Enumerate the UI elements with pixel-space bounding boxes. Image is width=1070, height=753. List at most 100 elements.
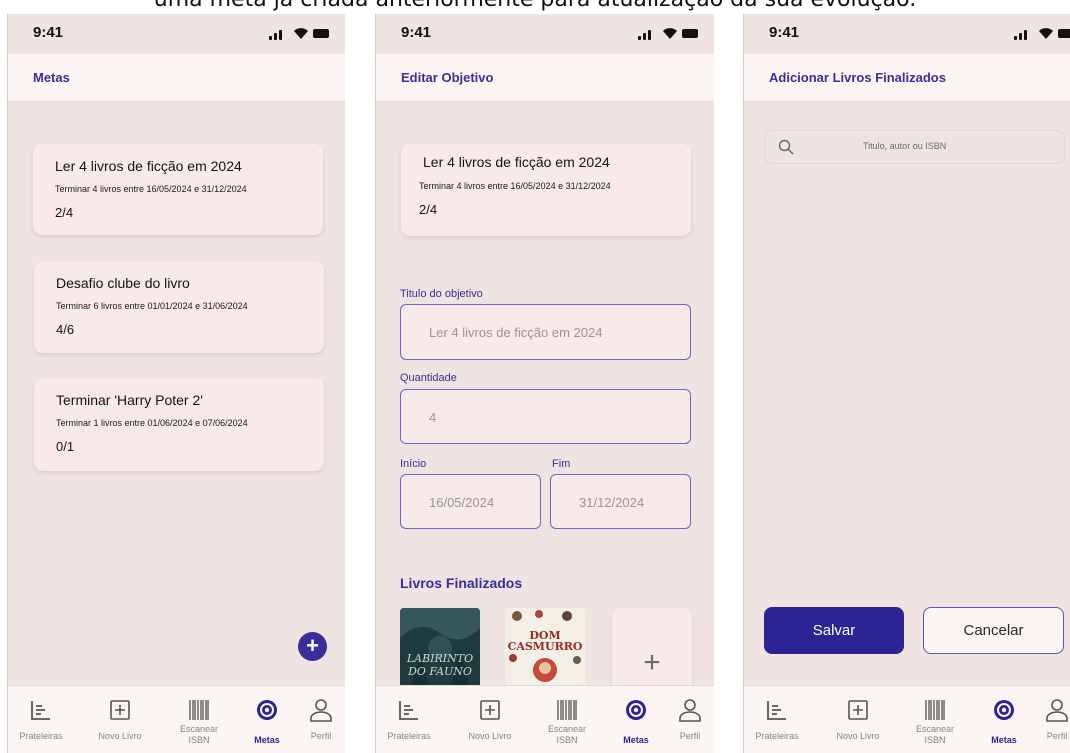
tab-label: Perfil [679,731,701,741]
tab-perfil[interactable]: Perfil [657,686,714,753]
tab-label: Escanear ISBN [179,724,219,745]
tab-prateleiras[interactable]: Prateleiras [744,686,810,753]
add-book-icon [480,700,500,720]
shelves-icon [767,701,786,720]
page-title: Metas [33,70,70,85]
profile-icon [1046,699,1068,722]
add-goal-button[interactable]: + [298,632,327,661]
screen-metas: 9:41 Metas Ler 4 livros de ficção em 202… [7,14,345,753]
tab-label: Prateleiras [755,731,799,741]
tab-bar: Prateleiras Novo Livro Escanear ISBN Met… [8,685,345,753]
wifi-icon [294,28,308,39]
signal-bar [1019,33,1022,40]
signal-bar [274,33,277,40]
goal-progress: 4/6 [56,322,75,337]
goal-title: Ler 4 livros de ficção em 2024 [55,158,242,174]
barcode-icon [189,700,209,720]
signal-icon [1014,36,1017,40]
goal-title: Desafio clube do livro [56,275,190,291]
quantity-field-value: 4 [429,410,437,425]
profile-icon [679,699,701,722]
app-header: Adicionar Livros Finalizados [744,54,1070,102]
page-title: Editar Objetivo [401,70,494,85]
tab-label: Prateleiras [387,731,431,741]
add-book-icon [848,700,868,720]
book-cover-labirinto[interactable]: LABIRINTO DO FAUNO [400,608,480,688]
goal-description: Terminar 4 livros entre 16/05/2024 e 31/… [419,181,611,191]
title-field[interactable]: Ler 4 livros de ficção em 2024 [400,304,691,360]
title-field-label: Titulo do objetivo [400,288,483,300]
app-header: Metas [8,54,345,102]
barcode-icon [925,700,945,720]
cancel-button[interactable]: Cancelar [923,607,1064,654]
status-icons [1014,27,1070,41]
tab-escanear-isbn[interactable]: Escanear ISBN [166,686,232,753]
start-date-value: 16/05/2024 [429,495,495,510]
tab-prateleiras[interactable]: Prateleiras [376,686,442,753]
add-book-icon [110,700,130,720]
signal-bar [643,33,646,40]
status-icons [638,27,698,41]
shelves-icon [31,701,50,720]
finished-books-title: Livros Finalizados [400,575,523,591]
quantity-field-label: Quantidade [400,372,457,384]
tab-bar: Prateleiras Novo Livro Escanear ISBN Met… [376,685,714,753]
app-header: Editar Objetivo [376,54,714,102]
tab-label: Perfil [1046,731,1068,741]
tab-perfil[interactable]: Perfil [288,686,345,753]
end-date-label: Fim [552,458,571,470]
battery-icon [313,29,329,38]
quantity-field[interactable]: 4 [400,389,691,444]
tab-escanear-isbn[interactable]: Escanear ISBN [534,686,600,753]
save-button[interactable]: Salvar [764,607,904,654]
target-icon [626,700,646,720]
goal-progress: 2/4 [419,202,438,217]
signal-icon [638,36,641,40]
search-input[interactable]: Titulo, autor ou ISBN [764,130,1065,164]
wifi-icon [1039,28,1053,39]
tab-label: Novo Livro [836,731,880,741]
goal-progress: 0/1 [56,439,75,454]
goal-description: Terminar 4 livros entre 16/05/2024 e 31/… [55,184,247,194]
status-bar: 9:41 [376,14,714,54]
tab-novo-livro[interactable]: Novo Livro [457,686,523,753]
book-cover-title: DOM CASMURRO [507,629,583,653]
shelves-icon [399,701,418,720]
search-placeholder: Titulo, autor ou ISBN [863,141,947,151]
page-title: Adicionar Livros Finalizados [769,70,946,85]
goal-title: Ler 4 livros de ficção em 2024 [423,154,610,170]
book-cover-dom-casmurro[interactable]: DOM CASMURRO [505,608,585,688]
status-time: 9:41 [33,24,64,41]
barcode-icon [557,700,577,720]
tab-escanear-isbn[interactable]: Escanear ISBN [902,686,968,753]
tab-label: Prateleiras [19,731,63,741]
goal-card[interactable]: Desafio clube do livro Terminar 6 livros… [34,261,324,353]
start-date-label: Início [400,458,427,470]
status-time: 9:41 [769,24,800,41]
target-icon [257,700,277,720]
battery-icon [1058,29,1070,38]
signal-bar [1024,30,1027,40]
goal-description: Terminar 6 livros entre 01/01/2024 e 31/… [56,301,248,311]
wifi-icon [663,28,677,39]
goal-card[interactable]: Ler 4 livros de ficção em 2024 Terminar … [33,144,323,235]
tab-label: Escanear ISBN [915,724,955,745]
tab-label: Novo Livro [468,731,512,741]
caption-text: uma meta já criada anteriormente para at… [0,0,1070,12]
goal-description: Terminar 1 livros entre 01/06/2024 e 07/… [56,418,248,428]
tab-perfil[interactable]: Perfil [1024,686,1070,753]
profile-icon [310,699,332,722]
status-bar: 9:41 [744,14,1070,54]
tab-novo-livro[interactable]: Novo Livro [825,686,891,753]
goal-card[interactable]: Terminar 'Harry Poter 2' Terminar 1 livr… [34,378,324,471]
screen-editar-objetivo: 9:41 Editar Objetivo Ler 4 livros de fic… [375,14,714,753]
tab-label: Escanear ISBN [547,724,587,745]
book-cover-title: LABIRINTO DO FAUNO [406,652,474,678]
start-date-field[interactable]: 16/05/2024 [400,474,541,529]
end-date-value: 31/12/2024 [579,495,645,510]
end-date-field[interactable]: 31/12/2024 [550,474,691,529]
signal-bar [648,30,651,40]
tab-novo-livro[interactable]: Novo Livro [87,686,153,753]
tab-prateleiras[interactable]: Prateleiras [8,686,74,753]
goal-card: Ler 4 livros de ficção em 2024 Terminar … [401,144,691,236]
